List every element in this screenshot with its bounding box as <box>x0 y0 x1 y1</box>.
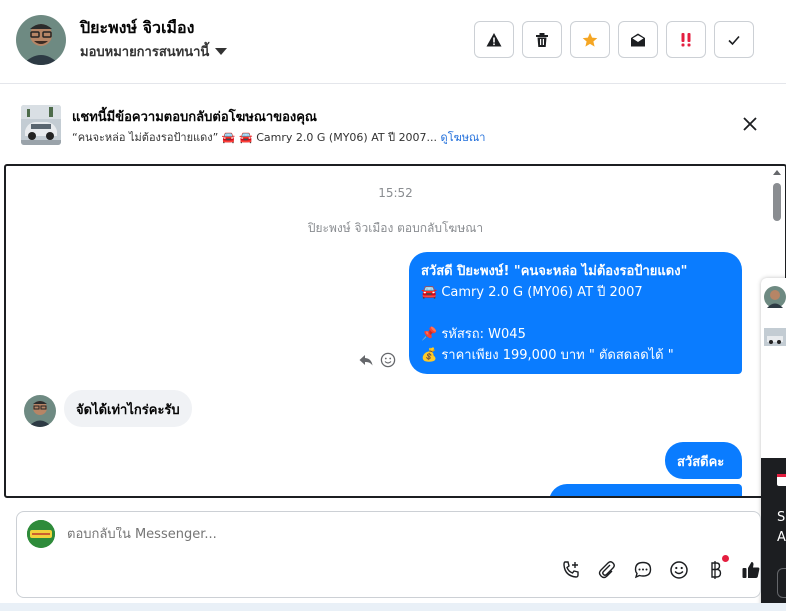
page-avatar <box>27 520 55 548</box>
double-exclamation-icon <box>681 32 691 46</box>
conversation-header: ปิยะพงษ์ จิวเมือง มอบหมายการสนทนานี้ <box>0 0 786 84</box>
ad-banner-subtitle: “คนจะหล่อ ไม่ต้องรอป้ายแดง” 🚘 🚘 Camry 2.… <box>72 128 485 146</box>
bottom-strip <box>0 603 786 611</box>
ad-banner-title: แชทนี้มีข้อความตอบกลับต่อโฆษณาของคุณ <box>72 110 317 125</box>
outgoing-message-bubble-partial[interactable] <box>549 484 742 496</box>
contact-avatar-small <box>24 395 56 427</box>
side-button[interactable] <box>777 568 786 598</box>
thumbs-up-icon <box>742 562 760 578</box>
mark-important-button[interactable] <box>666 21 706 58</box>
saved-replies-button[interactable] <box>631 558 655 582</box>
reply-input[interactable] <box>67 527 567 542</box>
star-button[interactable] <box>570 21 610 58</box>
star-icon <box>582 32 598 47</box>
message-line <box>421 303 730 324</box>
ad-thumbnail <box>21 105 61 145</box>
calendar-icon <box>777 474 786 486</box>
smiley-icon <box>670 561 688 579</box>
close-icon <box>743 117 757 131</box>
outgoing-message-bubble[interactable]: สวัสดี ปิยะพงษ์! "คนจะหล่อ ไม่ต้องรอป้าย… <box>409 252 742 374</box>
side-text-1: S <box>777 510 786 525</box>
ad-reply-banner: แชทนี้มีข้อความตอบกลับต่อโฆษณาของคุณ “คน… <box>0 85 786 163</box>
message-composer <box>16 511 761 598</box>
mark-done-button[interactable] <box>714 21 754 58</box>
contact-avatar[interactable] <box>16 15 66 65</box>
contact-name[interactable]: ปิยะพงษ์ จิวเมือง <box>80 16 194 41</box>
message-actions <box>358 352 396 368</box>
panel-avatar <box>764 286 786 308</box>
side-notification-panel[interactable]: S A <box>761 458 786 611</box>
message-line: สวัสดี ปิยะพงษ์! "คนจะหล่อ ไม่ต้องรอป้าย… <box>421 264 688 279</box>
scrollbar-thumb[interactable] <box>773 183 781 221</box>
panel-thumbnail <box>764 328 786 346</box>
scroll-up-arrow-icon[interactable] <box>771 168 783 178</box>
reply-icon[interactable] <box>358 352 374 368</box>
incoming-message-bubble[interactable]: จัดได้เท่าไกร่คะรับ <box>64 390 192 427</box>
message-line: 💰 ราคาเพียง 199,000 บาท " ตัดสดลดได้ " <box>421 348 674 363</box>
baht-icon <box>711 561 722 579</box>
call-button[interactable] <box>559 558 583 582</box>
ad-caption: “คนจะหล่อ ไม่ต้องรอป้ายแดง” 🚘 🚘 Camry 2.… <box>72 131 438 144</box>
checkmark-icon <box>728 35 740 45</box>
message-thread[interactable]: 15:52 ปิยะพงษ์ จิวเมือง ตอบกลับโฆษณา สวั… <box>4 164 786 498</box>
delete-button[interactable] <box>522 21 562 58</box>
message-line: 📌 รหัสรถ: W045 <box>421 327 526 342</box>
message-line: 🚘 Camry 2.0 G (MY06) AT ปี 2007 <box>421 285 643 300</box>
emoji-react-icon[interactable] <box>380 352 396 368</box>
messenger-conversation-view: ปิยะพงษ์ จิวเมือง มอบหมายการสนทนานี้ แชท… <box>0 0 786 611</box>
chat-bubble-icon <box>634 561 652 579</box>
envelope-open-icon <box>631 33 645 46</box>
assign-label: มอบหมายการสนทนานี้ <box>80 45 210 60</box>
message-timestamp: 15:52 <box>378 186 413 200</box>
like-button[interactable] <box>739 558 763 582</box>
emoji-button[interactable] <box>667 558 691 582</box>
attach-button[interactable] <box>595 558 619 582</box>
payment-button[interactable] <box>703 555 729 582</box>
side-text-2: A <box>777 530 786 545</box>
notification-dot <box>722 555 729 562</box>
view-ad-link[interactable]: ดูโฆษณา <box>441 131 486 144</box>
phone-plus-icon <box>563 561 579 578</box>
mark-unread-button[interactable] <box>618 21 658 58</box>
trash-icon <box>536 32 548 47</box>
caret-down-icon <box>215 48 228 55</box>
paperclip-icon <box>598 561 615 579</box>
warning-icon <box>486 32 502 46</box>
mark-spam-button[interactable] <box>474 21 514 58</box>
outgoing-message-bubble[interactable]: สวัสดีคะ <box>665 442 742 479</box>
system-note: ปิยะพงษ์ จิวเมือง ตอบกลับโฆษณา <box>307 221 484 235</box>
close-banner-button[interactable] <box>741 115 759 137</box>
assign-conversation-dropdown[interactable]: มอบหมายการสนทนานี้ <box>80 41 228 62</box>
